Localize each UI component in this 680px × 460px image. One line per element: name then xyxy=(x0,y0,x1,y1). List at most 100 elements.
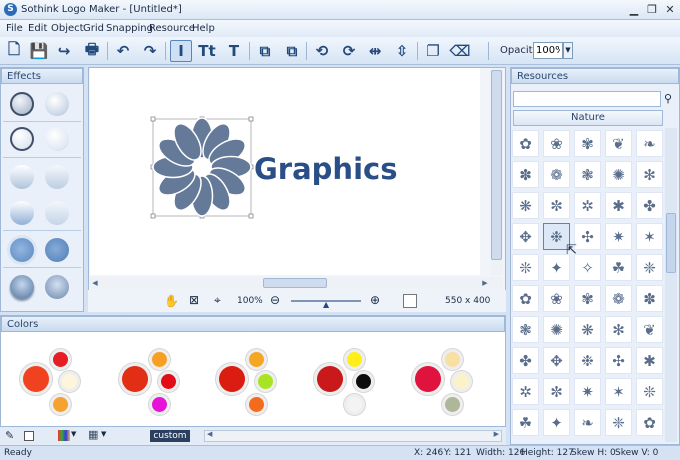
custom-button[interactable]: custom xyxy=(150,430,190,442)
resource-icon[interactable]: ✷ xyxy=(574,378,601,405)
effect-swatch[interactable] xyxy=(45,201,69,225)
resource-icon[interactable]: ✼ xyxy=(543,378,570,405)
effect-swatch[interactable] xyxy=(45,165,69,189)
color-combo[interactable] xyxy=(215,346,283,414)
center-icon[interactable]: ⌖ xyxy=(214,293,221,308)
resource-vertical-scrollbar[interactable] xyxy=(665,128,677,442)
resource-icon[interactable]: ✱ xyxy=(605,192,632,219)
resource-icon[interactable]: ❋ xyxy=(512,192,539,219)
color-combo[interactable] xyxy=(19,346,87,414)
resource-icon[interactable]: ✻ xyxy=(605,316,632,343)
rotate-right-button[interactable]: ⟳ xyxy=(338,40,360,62)
resource-icon[interactable]: ❊ xyxy=(636,378,663,405)
resource-icon[interactable]: ❧ xyxy=(636,130,663,157)
print-button[interactable]: 🖶 xyxy=(81,40,103,62)
color-combo[interactable] xyxy=(118,346,186,414)
art-text-button[interactable]: T xyxy=(223,40,245,62)
background-color-swatch[interactable] xyxy=(403,294,417,308)
save-button[interactable]: 💾 xyxy=(28,40,50,62)
resource-icon[interactable]: ✤ xyxy=(636,192,663,219)
resource-icon[interactable]: ❁ xyxy=(543,161,570,188)
resource-icon[interactable]: ✿ xyxy=(636,409,663,436)
resource-icon[interactable]: ❦ xyxy=(636,316,663,343)
menu-edit[interactable]: Edit xyxy=(28,23,47,34)
zoom-in-icon[interactable]: ⊕ xyxy=(370,293,380,307)
opacity-dropdown-icon[interactable]: ▼ xyxy=(563,42,573,59)
resource-icon[interactable]: ✧ xyxy=(574,254,601,281)
resource-icon[interactable]: ✥ xyxy=(512,223,539,250)
logo-text[interactable]: Graphics xyxy=(254,152,397,186)
resource-icon[interactable]: ✤ xyxy=(512,347,539,374)
resource-icon[interactable]: ✣ xyxy=(574,223,601,250)
close-icon[interactable]: ✕ xyxy=(662,3,678,17)
zoom-out-icon[interactable]: ⊖ xyxy=(270,293,280,307)
resource-icon[interactable]: ☘ xyxy=(605,254,632,281)
canvas-horizontal-scrollbar[interactable]: ◀ ▶ xyxy=(90,277,503,289)
flip-vertical-button[interactable]: ⇳ xyxy=(391,40,413,62)
resource-icon[interactable]: ❈ xyxy=(605,409,632,436)
open-button[interactable]: ↪ xyxy=(53,40,75,62)
resource-icon[interactable]: ✻ xyxy=(636,161,663,188)
resource-icon[interactable]: ✣ xyxy=(605,347,632,374)
zoom-slider-thumb[interactable]: ▲ xyxy=(323,300,329,309)
resource-icon[interactable]: ❧ xyxy=(574,409,601,436)
menu-snapping[interactable]: Snapping xyxy=(106,23,153,34)
resource-icon[interactable]: ❋ xyxy=(574,316,601,343)
effect-swatch[interactable] xyxy=(10,238,34,262)
palette-dropdown-icon[interactable]: ▼ xyxy=(71,430,76,438)
colors-horizontal-scrollbar[interactable]: ◀ ▶ xyxy=(204,430,502,442)
send-back-button[interactable]: ⧉ xyxy=(281,40,303,62)
resource-search-input[interactable] xyxy=(513,91,661,107)
resource-icon[interactable]: ✺ xyxy=(543,316,570,343)
fill-color-swatch[interactable] xyxy=(24,431,34,441)
resource-icon[interactable]: ☘ xyxy=(512,409,539,436)
effect-swatch[interactable] xyxy=(45,92,69,116)
menu-help[interactable]: Help xyxy=(192,23,215,34)
restore-icon[interactable]: ❐ xyxy=(644,3,660,17)
flip-horizontal-button[interactable]: ⇹ xyxy=(364,40,386,62)
redo-button[interactable]: ↷ xyxy=(139,40,161,62)
resource-icon[interactable]: ✲ xyxy=(512,378,539,405)
resource-icon[interactable]: ✺ xyxy=(605,161,632,188)
undo-button[interactable]: ↶ xyxy=(112,40,134,62)
resource-icon[interactable]: ❊ xyxy=(512,254,539,281)
resource-icon[interactable]: ❉ xyxy=(574,347,601,374)
canvas-vertical-scrollbar[interactable] xyxy=(490,68,503,275)
grid-dropdown-icon[interactable]: ▼ xyxy=(101,430,106,438)
text-box-button[interactable]: Ⅰ xyxy=(170,40,192,62)
effect-swatch[interactable] xyxy=(10,165,34,189)
resource-icon[interactable]: ❃ xyxy=(574,161,601,188)
resource-icon[interactable]: ✱ xyxy=(636,347,663,374)
color-combo[interactable] xyxy=(313,346,381,414)
effect-swatch[interactable] xyxy=(45,127,69,151)
flower-icon[interactable] xyxy=(152,117,252,217)
hand-tool-icon[interactable]: ✋ xyxy=(164,294,179,308)
resource-icon[interactable]: ✽ xyxy=(636,285,663,312)
resource-icon[interactable]: ✾ xyxy=(574,285,601,312)
resource-icon[interactable]: ❀ xyxy=(543,130,570,157)
resource-icon[interactable]: ✶ xyxy=(636,223,663,250)
effect-swatch[interactable] xyxy=(10,92,34,116)
resource-icon[interactable]: ✲ xyxy=(574,192,601,219)
fit-window-icon[interactable]: ⊠ xyxy=(189,293,199,307)
minimize-icon[interactable]: ▁ xyxy=(626,3,642,17)
opacity-input[interactable] xyxy=(533,42,563,59)
effect-swatch[interactable] xyxy=(10,201,34,225)
search-icon[interactable]: ⚲ xyxy=(664,92,672,105)
resource-icon[interactable]: ✦ xyxy=(543,254,570,281)
resource-icon[interactable]: ❃ xyxy=(512,316,539,343)
effect-swatch[interactable] xyxy=(10,275,34,299)
new-button[interactable]: 🗋 xyxy=(3,40,25,62)
effect-swatch[interactable] xyxy=(45,275,69,299)
effect-swatch[interactable] xyxy=(10,127,34,151)
resource-icon[interactable]: ✿ xyxy=(512,285,539,312)
menu-object[interactable]: Object xyxy=(51,23,84,34)
resource-category-select[interactable]: Nature xyxy=(513,110,663,126)
menu-grid[interactable]: Grid xyxy=(83,23,104,34)
resource-icon[interactable]: ❀ xyxy=(543,285,570,312)
rotate-left-button[interactable]: ⟲ xyxy=(311,40,333,62)
menu-resource[interactable]: Resource xyxy=(149,23,195,34)
color-combo[interactable] xyxy=(411,346,479,414)
resource-icon[interactable]: ✼ xyxy=(543,192,570,219)
eyedropper-icon[interactable]: ✎ xyxy=(5,429,14,442)
